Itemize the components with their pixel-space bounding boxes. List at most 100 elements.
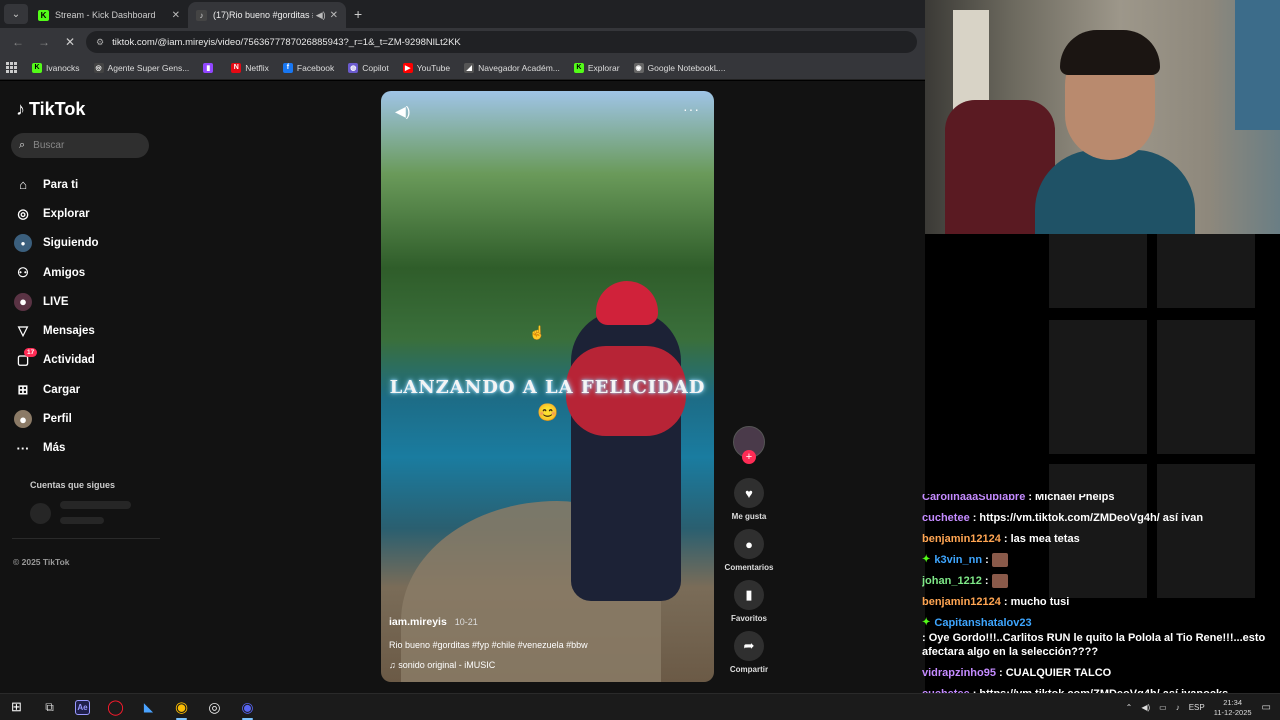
favoritos-icon[interactable]: ▮ [734, 580, 764, 610]
close-tab-icon[interactable]: ✕ [172, 10, 180, 21]
chat-username[interactable]: benjamin12124 [922, 595, 1001, 609]
skeleton-line [60, 517, 104, 524]
nav-live-icon: ● [14, 292, 32, 311]
bookmark-explorar[interactable]: K Explorar [573, 62, 620, 73]
overlay-tile [1049, 320, 1147, 454]
nav-item-siguiendo[interactable]: ● Siguiendo [14, 229, 99, 258]
action-label: Favoritos [730, 614, 767, 623]
bookmark-navegador-acad-m[interactable]: ◢ Navegador Académ... [464, 62, 560, 73]
network-tray-icon[interactable]: ▭ [1159, 703, 1167, 712]
bookmark-favicon-icon: ◍ [348, 62, 359, 73]
opera-icon[interactable]: ◯ [99, 694, 132, 720]
action-label: Comentarios [724, 563, 774, 572]
nav-item-perfil[interactable]: ● Perfil [14, 404, 99, 433]
nav-item-m-s[interactable]: ··· Más [14, 434, 99, 463]
nav-perfil-icon: ● [14, 410, 32, 429]
bookmark-copilot[interactable]: ◍ Copilot [348, 62, 389, 73]
bookmark-label: Netflix [245, 62, 269, 73]
after-effects-icon[interactable]: Ae [66, 694, 99, 720]
forward-arrow-icon[interactable]: → [34, 35, 54, 49]
video-sound[interactable]: ♫ sonido original - iMUSIC [389, 660, 495, 670]
bookmark-agente-super-gens[interactable]: ◎ Agente Super Gens... [93, 62, 189, 73]
bookmark-google-notebookl[interactable]: ◉ Google NotebookL... [633, 62, 726, 73]
bookmark-facebook[interactable]: f Facebook [282, 62, 334, 73]
tab-tiktok-video[interactable]: ♪ (17)Rio bueno #gorditas # ◀) ✕ [188, 2, 346, 28]
chat-username[interactable]: Capitanshatalov23 [934, 616, 1031, 630]
video-author[interactable]: iam.mireyis 10-21 [389, 616, 478, 628]
chat-text: : https://vm.tiktok.com/ZMDeoVg4h/ así i… [972, 512, 1204, 525]
back-arrow-icon[interactable]: ← [8, 35, 28, 49]
action-label: Compartir [729, 665, 769, 674]
notifications-icon[interactable]: ▭ [1262, 702, 1271, 713]
tiktok-logo[interactable]: ♪ TikTok [16, 99, 85, 120]
url-field[interactable]: ⚙ tiktok.com/@iam.mireyis/video/75636777… [86, 31, 917, 53]
nav-item-mensajes[interactable]: ▽ Mensajes [14, 316, 99, 345]
apps-grid-icon[interactable] [6, 61, 18, 74]
bookmark-favicon-icon: N [231, 62, 242, 73]
tray-chevron-icon[interactable]: ⌃ [1126, 703, 1133, 712]
bookmark-label: Explorar [587, 62, 620, 73]
chat-text: : mucho tusi [1003, 596, 1070, 609]
nav-item-cargar[interactable]: ⊞ Cargar [14, 375, 99, 404]
chat-message: ✦ k3vin_nn: [922, 550, 1274, 571]
chrome-icon[interactable]: ◉ [165, 694, 198, 720]
comentarios-button[interactable]: ● Comentarios [724, 529, 774, 572]
bookmark-label: Copilot [362, 62, 389, 73]
windows-start-icon[interactable]: ⊞ [0, 694, 33, 720]
nav-cargar-icon: ⊞ [17, 381, 29, 397]
speaker-tray-icon[interactable]: ♪ [1176, 703, 1180, 712]
video-overlay-text: LANZANDO A LA FELICIDAD [389, 377, 706, 398]
video-player[interactable]: ◀) ··· LANZANDO A LA FELICIDAD 😊 iam.mir… [381, 91, 714, 682]
bookmark-ivanocks[interactable]: K Ivanocks [32, 62, 80, 73]
nav-item-live[interactable]: ● LIVE [14, 287, 99, 316]
me-gusta-button[interactable]: ♥ Me gusta [724, 478, 774, 521]
bookmark-label: Navegador Académ... [478, 62, 560, 73]
bookmark-youtube[interactable]: ▶ YouTube [402, 62, 450, 73]
bookmark-favicon-icon: K [573, 62, 584, 73]
nav-item-actividad[interactable]: ▢ 17 Actividad [14, 346, 99, 375]
more-options-icon[interactable]: ··· [683, 101, 700, 117]
new-tab-icon[interactable]: + [354, 6, 362, 22]
action-label: Me gusta [731, 512, 767, 521]
kick-favicon-icon: K [38, 9, 49, 21]
bookmark-twitch[interactable]: ▮ [203, 62, 217, 73]
volume-icon[interactable]: ◀) [395, 103, 410, 120]
volume-tray-icon[interactable]: ◀) [1141, 703, 1150, 712]
subscriber-badge-icon: ✦ [922, 617, 931, 629]
stop-reload-icon[interactable]: ✕ [60, 35, 80, 49]
close-tab-icon[interactable]: ✕ [330, 10, 338, 21]
discord-icon[interactable]: ◉ [231, 694, 264, 720]
task-view-icon[interactable]: ⧉ [33, 694, 66, 720]
tab-audio-icon[interactable]: ◀) [316, 10, 326, 21]
chat-username[interactable]: vidrapzinho95 [922, 666, 996, 680]
author-handle[interactable]: iam.mireyis [389, 616, 447, 628]
follow-plus-icon[interactable]: + [742, 450, 756, 464]
tab-search-button[interactable]: ⌄ [4, 4, 28, 24]
chat-username[interactable]: johan_1212 [922, 574, 982, 588]
language-indicator[interactable]: ESP [1189, 703, 1205, 712]
chat-username[interactable]: CarolinaaaSublabre [922, 494, 1025, 505]
compartir-button[interactable]: ➦ Compartir [724, 631, 774, 674]
nav-item-para-ti[interactable]: ⌂ Para ti [14, 170, 99, 199]
chat-username[interactable]: cuchetee [922, 511, 970, 525]
comentarios-icon[interactable]: ● [734, 529, 764, 559]
tab-kick-dashboard[interactable]: K Stream - Kick Dashboard ✕ [30, 2, 188, 28]
video-caption[interactable]: Rio bueno #gorditas #fyp #chile #venezue… [389, 640, 588, 650]
chat-username[interactable]: benjamin12124 [922, 532, 1001, 546]
nav-item-explorar[interactable]: ◎ Explorar [14, 199, 99, 228]
compartir-icon[interactable]: ➦ [734, 631, 764, 661]
favoritos-button[interactable]: ▮ Favoritos [724, 580, 774, 623]
me-gusta-icon[interactable]: ♥ [734, 478, 764, 508]
file-explorer-icon[interactable]: ◣ [132, 694, 165, 720]
chat-message: benjamin12124: las mea tetas [922, 529, 1274, 550]
search-input[interactable]: ⌕ Buscar [11, 133, 149, 158]
obs-icon[interactable]: ◎ [198, 694, 231, 720]
clock[interactable]: 21:34 11-12-2025 [1214, 698, 1252, 718]
notification-badge: 17 [24, 347, 38, 357]
sidebar-nav: ⌂ Para ti ◎ Explorar ● Siguiendo ⚇ Amigos ● LIVE ▽… [14, 170, 99, 463]
creator-avatar[interactable]: + [733, 426, 765, 464]
bookmark-netflix[interactable]: N Netflix [231, 62, 269, 73]
site-info-icon[interactable]: ⚙ [96, 37, 104, 48]
nav-item-amigos[interactable]: ⚇ Amigos [14, 258, 99, 287]
chat-username[interactable]: k3vin_nn [934, 553, 982, 567]
